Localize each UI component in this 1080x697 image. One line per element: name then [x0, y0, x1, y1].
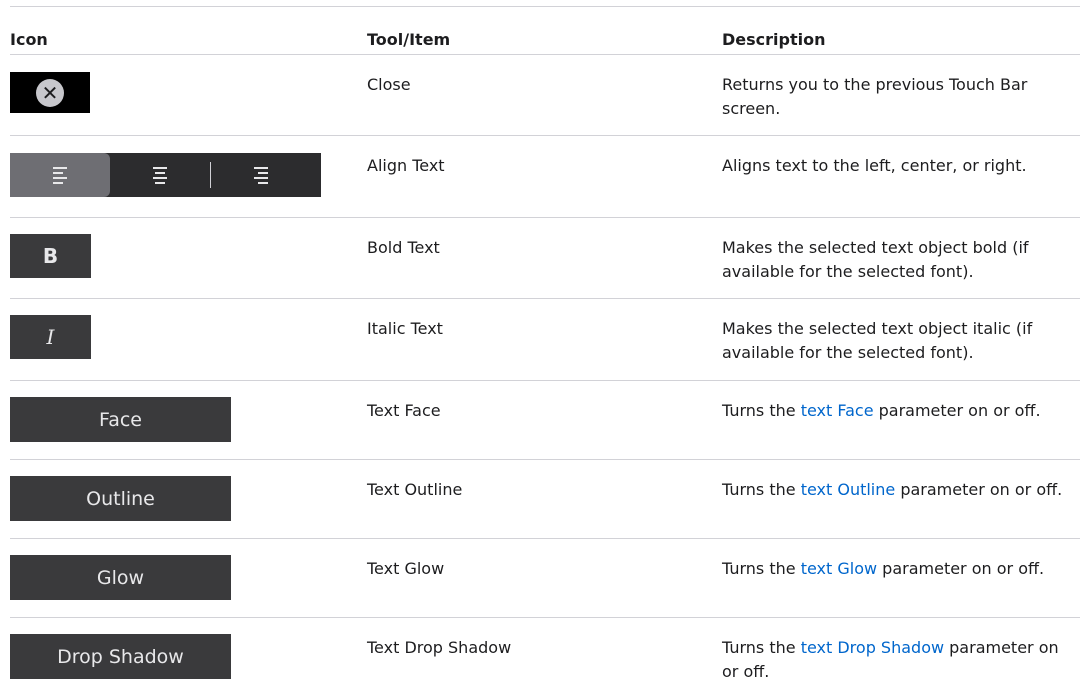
description-text: Turns the [722, 480, 801, 499]
tool-name: Text Face [367, 401, 441, 420]
table-row: B Bold Text Makes the selected text obje… [10, 218, 1080, 299]
description-text: Turns the [722, 401, 801, 420]
tool-name: Text Drop Shadow [367, 638, 512, 657]
tool-description: Turns the text Face parameter on or off. [722, 399, 1067, 423]
text-drop-shadow-link[interactable]: text Drop Shadow [801, 638, 944, 657]
touch-bar-table: Icon Tool/Item Description ✕ Close Retur… [0, 6, 1080, 697]
align-center-icon [110, 153, 210, 197]
close-icon: ✕ [10, 72, 90, 113]
description-text: Aligns text to the left, center, or righ… [722, 156, 1027, 175]
tool-description: Turns the text Glow parameter on or off. [722, 557, 1067, 581]
table-row: ✕ Close Returns you to the previous Touc… [10, 55, 1080, 136]
description-text: parameter on or off. [895, 480, 1063, 499]
tool-description: Makes the selected text object italic (i… [722, 317, 1067, 365]
header-tool: Tool/Item [367, 30, 451, 49]
header-icon: Icon [10, 30, 48, 49]
description-text: Turns the [722, 559, 801, 578]
table-header-row: Icon Tool/Item Description [10, 7, 1080, 55]
table-row: Face Text Face Turns the text Face param… [10, 381, 1080, 460]
align-left-icon [10, 153, 110, 197]
table-row: Align Text Aligns text to the left, cent… [10, 136, 1080, 218]
table-row: Glow Text Glow Turns the text Glow param… [10, 539, 1080, 618]
italic-icon: I [10, 315, 91, 359]
table-row: Outline Text Outline Turns the text Outl… [10, 460, 1080, 539]
description-text: parameter on or off. [873, 401, 1041, 420]
table-row: Drop Shadow Text Drop Shadow Turns the t… [10, 618, 1080, 697]
close-circle-icon: ✕ [36, 78, 64, 107]
align-right-icon [211, 153, 311, 197]
bold-icon: B [10, 234, 91, 278]
text-glow-link[interactable]: text Glow [801, 559, 877, 578]
drop-shadow-button: Drop Shadow [10, 634, 231, 679]
tool-name: Align Text [367, 156, 445, 175]
description-text: Makes the selected text object bold (if … [722, 238, 1029, 281]
face-button: Face [10, 397, 231, 442]
description-text: Turns the [722, 638, 801, 657]
tool-description: Returns you to the previous Touch Bar sc… [722, 73, 1067, 121]
tool-description: Makes the selected text object bold (if … [722, 236, 1067, 284]
tool-description: Aligns text to the left, center, or righ… [722, 154, 1067, 178]
tool-name: Close [367, 75, 411, 94]
outline-button: Outline [10, 476, 231, 521]
table-row: I Italic Text Makes the selected text ob… [10, 299, 1080, 381]
tool-name: Text Outline [367, 480, 463, 499]
description-text: parameter on or off. [877, 559, 1045, 578]
description-text: Returns you to the previous Touch Bar sc… [722, 75, 1028, 118]
text-outline-link[interactable]: text Outline [801, 480, 896, 499]
header-description: Description [722, 30, 826, 49]
tool-description: Turns the text Drop Shadow parameter on … [722, 636, 1067, 684]
tool-name: Bold Text [367, 238, 440, 257]
align-text-icon [10, 153, 321, 197]
tool-name: Text Glow [367, 559, 445, 578]
text-face-link[interactable]: text Face [801, 401, 874, 420]
glow-button: Glow [10, 555, 231, 600]
tool-description: Turns the text Outline parameter on or o… [722, 478, 1067, 502]
tool-name: Italic Text [367, 319, 443, 338]
description-text: Makes the selected text object italic (i… [722, 319, 1033, 362]
